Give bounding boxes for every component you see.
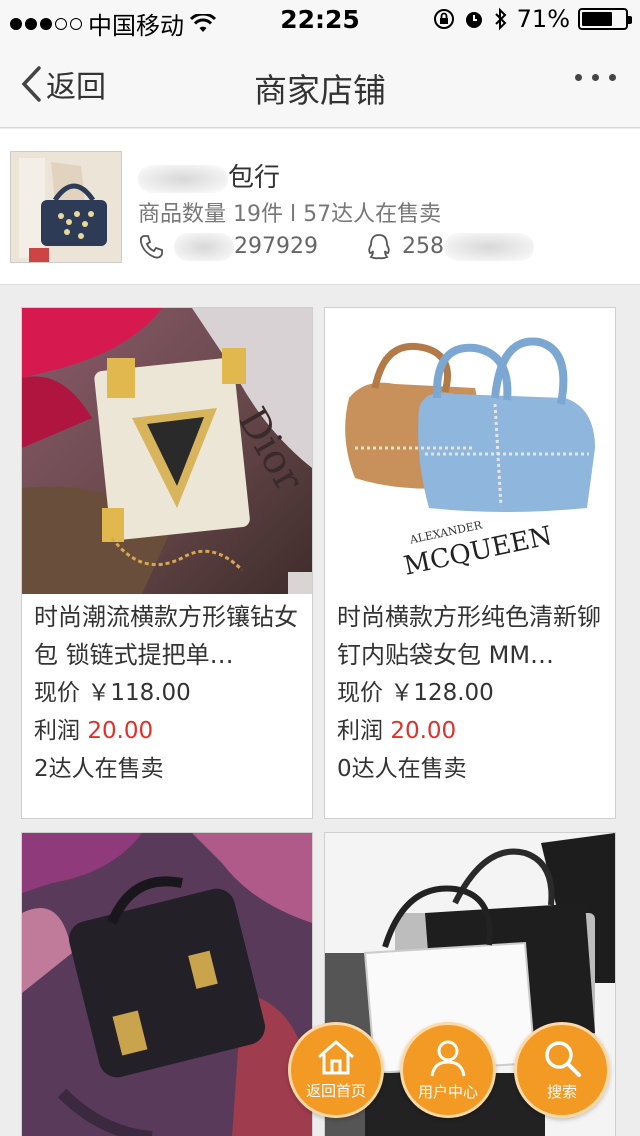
status-bar: 中国移动 22:25 71% [0, 0, 640, 40]
battery-percent: 71% [516, 5, 570, 33]
shop-header: 包行 商品数量 19件 l 57达人在售卖 297929 258 [0, 129, 640, 285]
product-image[interactable] [22, 833, 312, 1136]
qq-icon [368, 234, 390, 260]
alarm-icon [465, 12, 482, 28]
product-profit: 利润 20.00 [337, 718, 457, 744]
product-image[interactable]: ALEXANDER MCQUEEN [325, 308, 615, 594]
shop-contact: 297929 258 [138, 233, 534, 261]
redacted-area [174, 233, 234, 261]
user-center-button[interactable]: 用户中心 [400, 1022, 496, 1118]
product-card[interactable] [21, 832, 313, 1136]
page-title: 商家店铺 [254, 71, 386, 110]
search-button[interactable]: 搜索 [514, 1022, 610, 1118]
home-button[interactable]: 返回首页 [288, 1022, 384, 1118]
product-profit: 利润 20.00 [34, 718, 154, 744]
search-label: 搜索 [546, 1083, 577, 1101]
product-sellers: 2达人在售卖 [34, 756, 164, 782]
product-info: 时尚潮流横款方形镶钻女包 锁链式提把单… 现价 ￥118.00 利润 20.00… [34, 598, 302, 788]
user-icon [430, 1040, 466, 1077]
status-right: 71% [433, 5, 632, 33]
product-title[interactable]: 时尚横款方形纯色清新铆钉内贴袋女包 MM… [337, 598, 605, 674]
shop-name: 包行 [138, 157, 280, 194]
product-price: 现价 ￥128.00 [337, 680, 494, 706]
product-card[interactable]: Dior 时尚潮流横款方形镶钻女包 锁链式提把单… 现价 ￥118.00 利润 … [21, 307, 313, 819]
product-info: 时尚横款方形纯色清新铆钉内贴袋女包 MM… 现价 ￥128.00 利润 20.0… [337, 598, 605, 788]
shop-logo [10, 151, 122, 263]
phone-contact[interactable]: 297929 [138, 233, 318, 261]
redacted-area [138, 164, 228, 193]
product-sellers: 0达人在售卖 [337, 756, 467, 782]
user-center-label: 用户中心 [417, 1083, 478, 1101]
product-card[interactable]: ALEXANDER MCQUEEN 时尚横款方形纯色清新铆钉内贴袋女包 MM… … [324, 307, 616, 819]
home-button-label: 返回首页 [305, 1082, 366, 1100]
navigation-bar: 返回 商家店铺 [0, 40, 640, 128]
product-title[interactable]: 时尚潮流横款方形镶钻女包 锁链式提把单… [34, 598, 302, 674]
product-image[interactable]: Dior [22, 308, 312, 594]
search-icon [545, 1041, 581, 1077]
battery-level [582, 12, 612, 26]
qq-contact[interactable]: 258 [366, 233, 534, 261]
orientation-lock-icon [433, 9, 454, 29]
home-icon [318, 1040, 354, 1075]
more-options-button[interactable] [575, 74, 616, 81]
bluetooth-icon [494, 7, 507, 31]
battery-icon [578, 8, 632, 30]
phone-icon [139, 235, 163, 259]
shop-stats: 商品数量 19件 l 57达人在售卖 [138, 202, 442, 227]
product-price: 现价 ￥118.00 [34, 680, 191, 706]
redacted-area [443, 233, 534, 261]
